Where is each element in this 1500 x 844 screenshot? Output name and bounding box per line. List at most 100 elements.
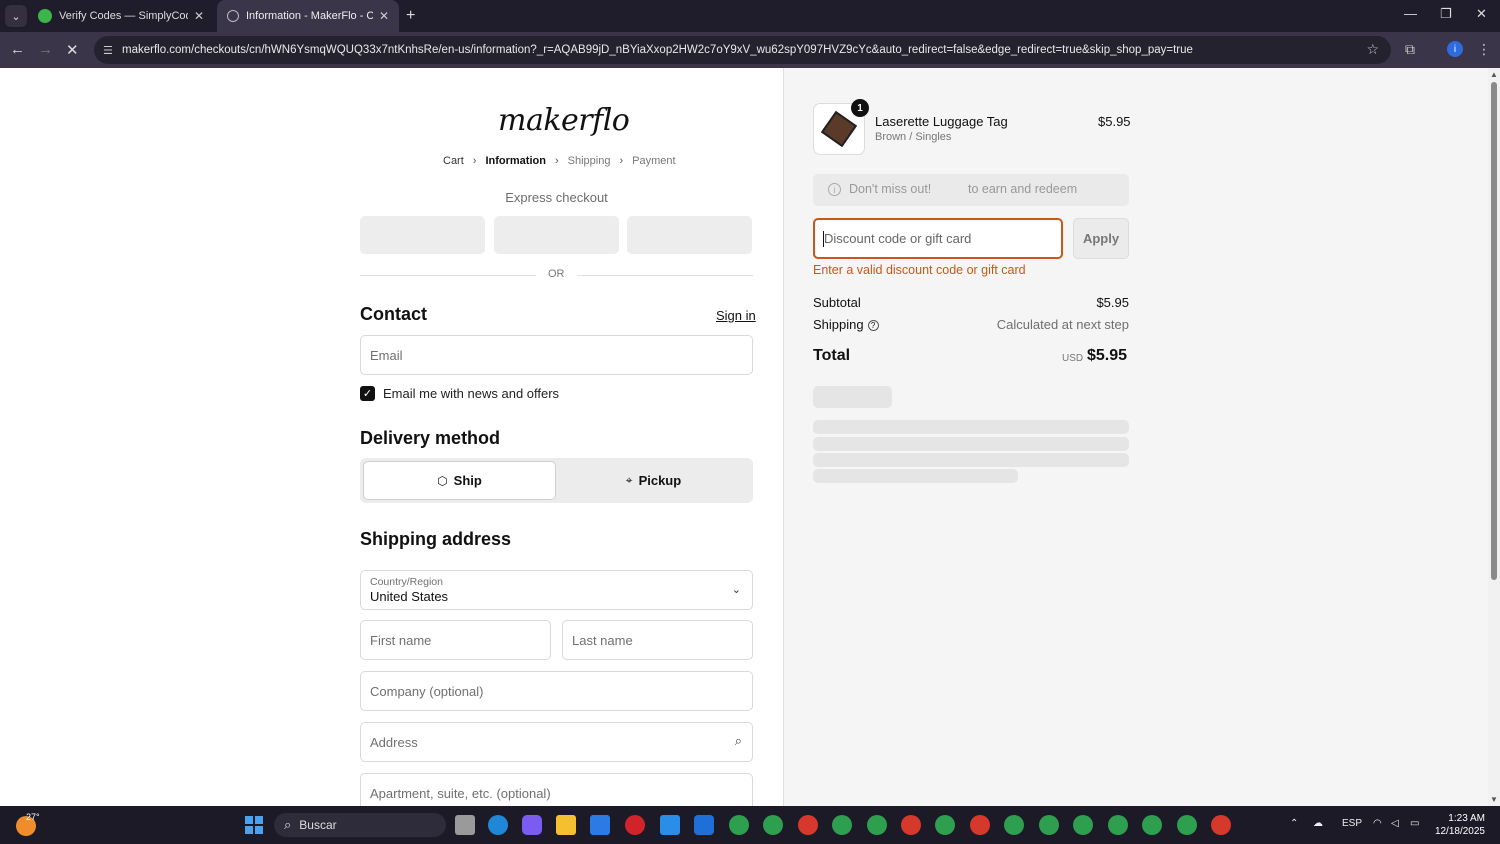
scrollbar-thumb[interactable] <box>1491 82 1497 580</box>
red-app-icon[interactable] <box>625 815 645 835</box>
subtotal-label: Subtotal <box>813 295 861 310</box>
apartment-field[interactable]: Apartment, suite, etc. (optional) <box>360 773 753 806</box>
chevron-right-icon: › <box>554 155 559 167</box>
simplycodes-favicon-icon <box>38 9 52 23</box>
chrome-profile-icon[interactable] <box>798 815 818 835</box>
chrome-profile-icon[interactable] <box>1004 815 1024 835</box>
close-tab-icon[interactable]: ✕ <box>194 9 204 23</box>
chrome-profile-icon[interactable] <box>1108 815 1128 835</box>
extensions-puzzle-icon[interactable]: ⧉ <box>1405 41 1415 58</box>
chrome-profile-icon[interactable] <box>1211 815 1231 835</box>
ship-option-button[interactable]: ⬡ Ship <box>363 461 556 500</box>
first-name-field[interactable]: First name <box>360 620 551 660</box>
browser-menu-icon[interactable]: ⋮ <box>1477 41 1491 58</box>
express-pay-button-2[interactable] <box>494 216 619 254</box>
company-field[interactable]: Company (optional) <box>360 671 753 711</box>
discount-error-message: Enter a valid discount code or gift card <box>813 263 1026 277</box>
chrome-profile-icon[interactable] <box>867 815 887 835</box>
volume-icon[interactable]: ◁ <box>1391 818 1399 829</box>
chrome-profile-icon[interactable] <box>763 815 783 835</box>
divider-line <box>577 275 753 276</box>
scroll-down-icon[interactable]: ▼ <box>1490 795 1498 804</box>
chrome-profile-icon[interactable] <box>832 815 852 835</box>
chrome-profile-icon[interactable] <box>1073 815 1093 835</box>
bookmark-star-icon[interactable]: ☆ <box>1366 41 1379 58</box>
notepad-icon[interactable] <box>660 815 680 835</box>
email-field[interactable]: Email <box>360 335 753 375</box>
chrome-profile-icon[interactable] <box>1142 815 1162 835</box>
newsletter-label[interactable]: Email me with news and offers <box>383 386 559 401</box>
address-bar[interactable]: ☰ makerflo.com/checkouts/cn/hWN6YsmqWQUQ… <box>94 36 1391 64</box>
chrome-profile-icon[interactable] <box>1177 815 1197 835</box>
restore-icon[interactable]: ❐ <box>1440 6 1452 22</box>
delivery-method-toggle: ⬡ Ship ⌖ Pickup <box>360 458 753 503</box>
express-pay-button-1[interactable] <box>360 216 485 254</box>
forward-arrow-icon[interactable]: → <box>38 41 53 58</box>
pickup-option-button[interactable]: ⌖ Pickup <box>557 461 750 500</box>
loading-skeleton <box>813 420 1129 434</box>
address-field[interactable]: Address ⌕ <box>360 722 753 762</box>
newsletter-checkbox[interactable]: ✓ <box>360 386 375 401</box>
taskbar-search[interactable]: ⌕ Buscar <box>274 813 446 837</box>
page-scrollbar[interactable]: ▲ ▼ <box>1488 68 1500 806</box>
help-question-icon[interactable]: ? <box>867 320 879 332</box>
first-name-placeholder: First name <box>370 633 432 648</box>
tab-search-chevron-icon[interactable]: ⌄ <box>5 5 27 27</box>
express-checkout-label: Express checkout <box>505 190 608 205</box>
loyalty-promo-banner: i Don't miss out! to earn and redeem <box>813 174 1129 206</box>
last-name-field[interactable]: Last name <box>562 620 753 660</box>
site-info-icon[interactable]: ☰ <box>103 44 117 57</box>
store-icon[interactable] <box>590 815 610 835</box>
search-icon: ⌕ <box>734 733 742 748</box>
profile-avatar[interactable]: i <box>1447 41 1463 57</box>
location-pin-icon: ⌖ <box>625 473 633 487</box>
discount-placeholder: Discount code or gift card <box>824 231 972 246</box>
discount-code-input[interactable]: Discount code or gift card <box>813 218 1063 259</box>
windows-start-icon[interactable] <box>245 816 263 834</box>
chrome-profile-icon[interactable] <box>935 815 955 835</box>
chrome-profile-icon[interactable] <box>970 815 990 835</box>
language-indicator[interactable]: ESP <box>1342 818 1362 829</box>
chevron-up-icon[interactable]: ⌃ <box>1290 818 1298 829</box>
country-select[interactable]: Country/Region United States ⌄ <box>360 570 753 610</box>
sign-in-link[interactable]: Sign in <box>716 308 756 323</box>
back-arrow-icon[interactable]: ← <box>10 41 25 58</box>
url-text[interactable]: makerflo.com/checkouts/cn/hWN6YsmqWQUQ33… <box>122 44 1352 56</box>
wifi-icon[interactable]: ◠ <box>1373 818 1382 829</box>
task-view-icon[interactable] <box>455 815 475 835</box>
express-pay-button-3[interactable] <box>627 216 752 254</box>
edge-browser-icon[interactable] <box>488 815 508 835</box>
file-explorer-icon[interactable] <box>556 815 576 835</box>
subtotal-value: $5.95 <box>1096 295 1129 310</box>
total-value: $5.95 <box>1087 347 1128 364</box>
shipping-value: Calculated at next step <box>996 317 1129 332</box>
chrome-profile-icon[interactable] <box>1039 815 1059 835</box>
chevron-right-icon: › <box>472 155 477 167</box>
breadcrumb-cart[interactable]: Cart <box>443 155 464 167</box>
tab-verify-codes[interactable]: Verify Codes — SimplyCodes ✕ <box>28 0 214 32</box>
copilot-icon[interactable] <box>522 815 542 835</box>
system-clock[interactable]: 1:23 AM 12/18/2025 <box>1433 812 1485 838</box>
minimize-icon[interactable]: — <box>1404 6 1417 21</box>
newsletter-checkbox-row[interactable]: ✓ Email me with news and offers <box>360 386 559 401</box>
tab-title: Information - MakerFlo - Check <box>246 10 373 22</box>
onedrive-cloud-icon[interactable]: ☁ <box>1313 818 1323 829</box>
clock-date: 12/18/2025 <box>1434 826 1485 837</box>
breadcrumb-information: Information <box>485 155 546 167</box>
scroll-up-icon[interactable]: ▲ <box>1490 70 1498 79</box>
battery-icon[interactable]: ▭ <box>1410 818 1419 829</box>
close-window-icon[interactable]: ✕ <box>1476 6 1487 22</box>
store-logo[interactable]: makerflo <box>498 103 630 138</box>
chrome-profile-icon[interactable] <box>901 815 921 835</box>
loading-skeleton <box>813 469 1018 483</box>
stop-loading-icon[interactable]: ✕ <box>66 41 79 59</box>
pickup-label: Pickup <box>638 473 682 488</box>
contact-heading: Contact <box>360 304 427 324</box>
security-shield-icon[interactable] <box>694 815 714 835</box>
close-tab-icon[interactable]: ✕ <box>379 9 389 23</box>
tab-makerflo-information[interactable]: Information - MakerFlo - Check ✕ <box>217 0 399 32</box>
chrome-profile-icon[interactable] <box>729 815 749 835</box>
divider-line <box>360 275 536 276</box>
apply-discount-button[interactable]: Apply <box>1073 218 1129 259</box>
new-tab-plus-icon[interactable]: + <box>406 7 415 25</box>
